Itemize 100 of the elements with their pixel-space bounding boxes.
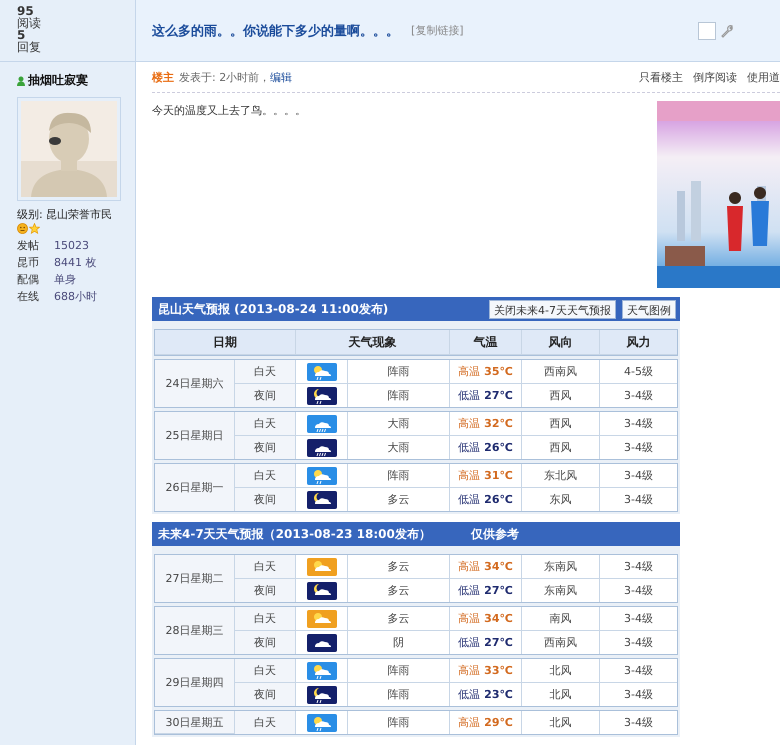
stat-value: 8441 枚 xyxy=(54,255,98,270)
table-cell: 白天 xyxy=(235,607,296,631)
table-cell: 东南风 xyxy=(522,579,600,602)
post-time: 发表于: 2小时前， xyxy=(179,70,270,84)
column-header: 风向 xyxy=(522,330,600,355)
table-cell: 白天 xyxy=(235,555,296,579)
column-header: 风力 xyxy=(600,330,677,355)
table-cell: 大雨 xyxy=(348,412,450,436)
table-cell: 西南风 xyxy=(522,631,600,654)
table-cell-text: 3-4级 xyxy=(623,687,654,703)
table-cell: 白天 xyxy=(235,360,296,384)
replies-label: 回复 xyxy=(17,41,42,53)
table-cell: 3-4级 xyxy=(600,412,677,436)
table-cell: 阵雨 xyxy=(348,683,450,706)
temperature-label: 高温 xyxy=(458,715,480,730)
table-cell-text: 3-4级 xyxy=(623,388,654,404)
temperature-value: 26℃ xyxy=(484,493,513,506)
table-cell: 3-4级 xyxy=(600,659,677,683)
select-checkbox[interactable] xyxy=(698,22,716,40)
temperature-value: 27℃ xyxy=(484,389,513,402)
temperature-value: 33℃ xyxy=(484,664,513,677)
temperature-value: 27℃ xyxy=(484,584,513,597)
temperature-label: 高温 xyxy=(458,611,480,626)
stat-value: 单身 xyxy=(54,272,77,287)
forecast-button[interactable]: 关闭未来4-7天天气预报 xyxy=(489,300,616,318)
date-cell: 28日星期三 xyxy=(155,607,235,654)
table-cell: 西南风 xyxy=(522,360,600,384)
forecast-note: 仅供参考 xyxy=(470,526,519,542)
date-cell: 25日星期日 xyxy=(155,412,235,459)
temperature-value: 31℃ xyxy=(484,469,513,482)
star-icon xyxy=(29,223,40,234)
temperature-label: 高温 xyxy=(458,416,480,431)
column-header: 日期 xyxy=(155,330,296,355)
temperature-label: 高温 xyxy=(458,559,480,574)
user-level: 级别: 昆山荣誉市民 xyxy=(17,207,114,222)
table-cell: 夜间 xyxy=(235,579,296,602)
temperature-label: 高温 xyxy=(458,468,480,483)
table-cell: 夜间 xyxy=(235,631,296,654)
table-cell: 东南风 xyxy=(522,555,600,579)
table-cell: 西风 xyxy=(522,384,600,407)
temperature-value: 26℃ xyxy=(484,441,513,454)
temperature-value: 23℃ xyxy=(484,688,513,701)
table-cell: 3-4级 xyxy=(600,464,677,488)
post-action-link[interactable]: 倒序阅读 xyxy=(693,70,737,84)
view-count: 95 xyxy=(17,5,34,17)
table-cell: 阵雨 xyxy=(348,711,450,734)
forecast-button[interactable]: 天气图例 xyxy=(622,300,676,318)
column-header: 气温 xyxy=(450,330,522,355)
temperature-label: 高温 xyxy=(458,663,480,678)
reply-count: 5 xyxy=(17,29,26,41)
table-cell-text: 3-4级 xyxy=(623,440,654,456)
table-cell: 大雨 xyxy=(348,436,450,459)
date-cell: 27日星期二 xyxy=(155,555,235,602)
table-cell-text: 3-4级 xyxy=(623,492,654,508)
temperature-label: 低温 xyxy=(458,440,480,455)
views-label: 阅读 xyxy=(17,17,42,29)
forecast-title: 未来4-7天天气预报（2013-08-23 18:00发布） xyxy=(158,526,431,542)
table-cell: 夜间 xyxy=(235,436,296,459)
table-cell: 阵雨 xyxy=(348,360,450,384)
temperature-label: 低温 xyxy=(458,635,480,650)
table-cell: 白天 xyxy=(235,412,296,436)
table-cell: 西风 xyxy=(522,436,600,459)
temperature-label: 高温 xyxy=(458,364,480,379)
temperature-value: 34℃ xyxy=(484,612,513,625)
table-cell-text: 3-4级 xyxy=(623,635,654,651)
table-cell: 多云 xyxy=(348,488,450,511)
table-cell: 夜间 xyxy=(235,683,296,706)
table-cell: 白天 xyxy=(235,464,296,488)
table-cell: 西风 xyxy=(522,412,600,436)
post-text: 今天的温度又上去了鸟。。。。 xyxy=(152,103,307,119)
username-link[interactable]: 抽烟吐寂寞 xyxy=(28,72,88,89)
stat-label: 昆币 xyxy=(17,255,40,270)
table-cell: 阵雨 xyxy=(348,659,450,683)
table-cell: 白天 xyxy=(235,659,296,683)
table-cell: 东北风 xyxy=(522,464,600,488)
table-cell: 3-4级 xyxy=(600,555,677,579)
table-cell: 北风 xyxy=(522,683,600,706)
temperature-label: 低温 xyxy=(458,388,480,403)
table-cell: 白天 xyxy=(235,711,296,734)
table-cell: 多云 xyxy=(348,555,450,579)
stat-label: 配偶 xyxy=(17,272,40,287)
author-label: 楼主 xyxy=(152,70,174,84)
table-cell: 阴 xyxy=(348,631,450,654)
table-cell: 阵雨 xyxy=(348,384,450,407)
table-cell: 4-5级 xyxy=(600,360,677,384)
table-cell: 多云 xyxy=(348,607,450,631)
table-cell: 3-4级 xyxy=(600,607,677,631)
stat-value: 688小时 xyxy=(54,289,98,304)
date-cell: 30日星期五 xyxy=(155,711,235,734)
thread-title: 这么多的雨。。你说能下多少的量啊。。。 xyxy=(152,22,399,40)
date-cell: 24日星期六 xyxy=(155,360,235,407)
edit-link[interactable]: 编辑 xyxy=(270,70,292,84)
temperature-value: 27℃ xyxy=(484,636,513,649)
temperature-value: 32℃ xyxy=(484,417,513,430)
wrench-icon[interactable] xyxy=(720,24,734,38)
user-icon xyxy=(17,76,25,86)
table-cell: 南风 xyxy=(522,607,600,631)
temperature-label: 低温 xyxy=(458,583,480,598)
post-action-link[interactable]: 使用道 xyxy=(747,70,780,84)
post-action-link[interactable]: 只看楼主 xyxy=(639,70,683,84)
